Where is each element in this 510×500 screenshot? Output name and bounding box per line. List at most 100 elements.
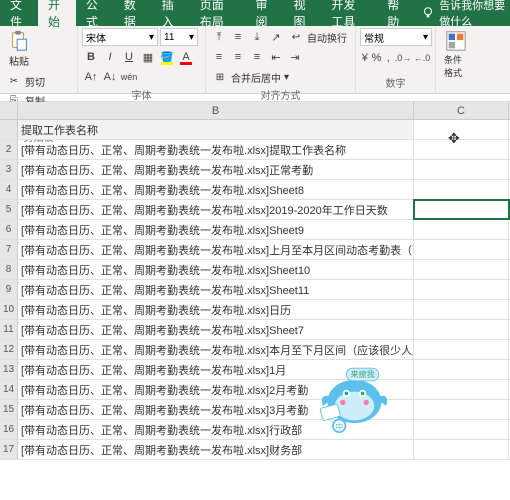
cell[interactable] (414, 180, 509, 199)
cell[interactable] (414, 120, 509, 139)
mascot-dolphin[interactable]: 中 来撩我 (305, 352, 395, 442)
indent-inc-button[interactable]: ⇥ (286, 48, 304, 66)
dec-inc-button[interactable]: .0→ (394, 49, 412, 67)
row-header[interactable] (0, 120, 18, 139)
cell[interactable]: [带有动态日历、正常、周期考勤表统一发布啦.xlsx]Sheet9 (18, 220, 414, 239)
menu-tabs: 文件 开始 公式 数据 插入 页面布局 审阅 视图 开发工具 帮助 告诉我你想要… (0, 0, 510, 26)
cell[interactable] (414, 360, 509, 379)
row-header[interactable]: 4 (0, 180, 18, 199)
cell[interactable] (414, 280, 509, 299)
row-header[interactable]: 7 (0, 240, 18, 259)
row-header[interactable]: 11 (0, 320, 18, 339)
cell[interactable] (414, 160, 509, 179)
underline-button[interactable]: U (120, 48, 138, 66)
group-styles: 条件格式 (436, 26, 476, 93)
cell[interactable] (414, 440, 509, 459)
chevron-down-icon: ▾ (423, 32, 428, 43)
col-header-b[interactable]: B (18, 102, 414, 119)
cond-format-icon (445, 30, 467, 52)
cut-icon: ✂ (6, 73, 22, 89)
spreadsheet: B C 提取工作表名称2[带有动态日历、正常、周期考勤表统一发布啦.xlsx]提… (0, 102, 510, 460)
italic-button[interactable]: I (101, 48, 119, 66)
cell[interactable]: [带有动态日历、正常、周期考勤表统一发布啦.xlsx]日历 (18, 300, 414, 319)
tell-me[interactable]: 告诉我你想要做什么 (421, 0, 510, 29)
row-header[interactable]: 16 (0, 420, 18, 439)
align-left-button[interactable]: ≡ (210, 48, 228, 66)
row-header[interactable]: 2 (0, 140, 18, 159)
svg-text:来撩我: 来撩我 (350, 369, 374, 379)
bold-button[interactable]: B (82, 48, 100, 66)
font-label: 字体 (82, 86, 201, 103)
font-grow-button[interactable]: A↑ (82, 68, 100, 86)
row-header[interactable]: 3 (0, 160, 18, 179)
row-header[interactable]: 9 (0, 280, 18, 299)
wrap-icon: ↩ (288, 29, 304, 45)
wrap-text-button[interactable]: ↩自动换行 (286, 28, 349, 46)
cell[interactable] (414, 380, 509, 399)
align-right-button[interactable]: ≡ (248, 48, 266, 66)
fill-color-button[interactable]: 🪣 (158, 48, 176, 66)
cell[interactable]: [带有动态日历、正常、周期考勤表统一发布啦.xlsx]Sheet7 (18, 320, 414, 339)
currency-button[interactable]: ¥ (360, 49, 370, 67)
cell[interactable]: [带有动态日历、正常、周期考勤表统一发布啦.xlsx]上月至本月区间动态考勤表（… (18, 240, 414, 259)
number-format-select[interactable]: 常规▾ (360, 28, 432, 46)
row-header[interactable]: 6 (0, 220, 18, 239)
row-header[interactable]: 17 (0, 440, 18, 459)
cell[interactable] (414, 300, 509, 319)
svg-text:中: 中 (335, 421, 343, 431)
indent-dec-button[interactable]: ⇤ (267, 48, 285, 66)
cell[interactable] (414, 260, 509, 279)
chevron-down-icon: ▾ (284, 72, 289, 83)
cut-button[interactable]: ✂剪切 (4, 72, 57, 90)
percent-button[interactable]: % (371, 49, 383, 67)
border-button[interactable]: ▦ (139, 48, 157, 66)
tell-me-label: 告诉我你想要做什么 (439, 0, 510, 29)
row-header[interactable]: 10 (0, 300, 18, 319)
cell[interactable] (414, 200, 509, 219)
select-all-corner[interactable] (0, 102, 18, 119)
row-header[interactable]: 15 (0, 400, 18, 419)
cell[interactable]: [带有动态日历、正常、周期考勤表统一发布啦.xlsx]Sheet10 (18, 260, 414, 279)
phonetic-button[interactable]: wén (120, 68, 138, 86)
font-size-select[interactable]: 11▾ (160, 28, 198, 46)
cell[interactable]: [带有动态日历、正常、周期考勤表统一发布啦.xlsx]提取工作表名称 (18, 140, 414, 159)
column-headers: B C (0, 102, 510, 120)
dec-dec-button[interactable]: ←.0 (413, 49, 431, 67)
font-color-button[interactable]: A (177, 48, 195, 66)
group-align: ⤒ ≡ ⤓ ↗ ↩自动换行 ≡ ≡ ≡ ⇤ ⇥ ⊞合并后居中▾ 对齐方式 (206, 26, 356, 93)
merge-button[interactable]: ⊞合并后居中▾ (210, 68, 351, 86)
cell[interactable]: [带有动态日历、正常、周期考勤表统一发布啦.xlsx]财务部 (18, 440, 414, 459)
row-header[interactable]: 5 (0, 200, 18, 219)
row-header[interactable]: 14 (0, 380, 18, 399)
cell[interactable] (414, 420, 509, 439)
align-middle-button[interactable]: ≡ (229, 28, 247, 46)
row-header[interactable]: 8 (0, 260, 18, 279)
row-header[interactable]: 12 (0, 340, 18, 359)
align-center-button[interactable]: ≡ (229, 48, 247, 66)
paste-button[interactable]: 粘贴 (4, 28, 34, 70)
group-font: 宋体▾ 11▾ B I U ▦ 🪣 A A↑ A↓ wén 字体 (78, 26, 206, 93)
cell[interactable] (414, 240, 509, 259)
chevron-down-icon: ▾ (189, 32, 194, 43)
cond-format-button[interactable]: 条件格式 (440, 28, 472, 81)
chevron-down-icon: ▾ (149, 32, 154, 43)
cell[interactable]: [带有动态日历、正常、周期考勤表统一发布啦.xlsx]2019-2020年工作日… (18, 200, 414, 219)
align-bottom-button[interactable]: ⤓ (248, 28, 266, 46)
comma-button[interactable]: , (383, 49, 393, 67)
font-name-select[interactable]: 宋体▾ (82, 28, 158, 46)
cell[interactable]: 提取工作表名称 (18, 120, 414, 139)
col-header-c[interactable]: C (414, 102, 509, 119)
cell[interactable]: [带有动态日历、正常、周期考勤表统一发布啦.xlsx]Sheet8 (18, 180, 414, 199)
cell[interactable] (414, 320, 509, 339)
font-shrink-button[interactable]: A↓ (101, 68, 119, 86)
cell[interactable]: [带有动态日历、正常、周期考勤表统一发布啦.xlsx]正常考勤 (18, 160, 414, 179)
cell[interactable] (414, 400, 509, 419)
cell[interactable] (414, 220, 509, 239)
align-top-button[interactable]: ⤒ (210, 28, 228, 46)
lightbulb-icon (421, 5, 435, 21)
row-header[interactable]: 13 (0, 360, 18, 379)
cell[interactable]: [带有动态日历、正常、周期考勤表统一发布啦.xlsx]Sheet11 (18, 280, 414, 299)
orientation-button[interactable]: ↗ (267, 28, 285, 46)
cell[interactable] (414, 140, 509, 159)
cell[interactable] (414, 340, 509, 359)
